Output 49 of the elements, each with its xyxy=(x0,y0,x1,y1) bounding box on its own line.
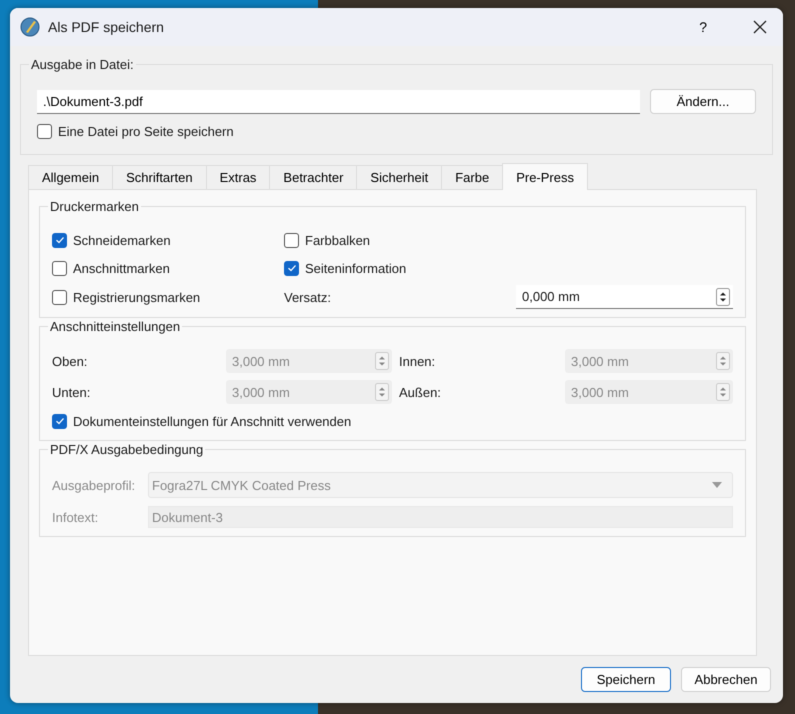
spin-arrows-icon[interactable] xyxy=(716,288,730,306)
checkbox[interactable] xyxy=(52,260,67,276)
infotext-field: Dokument-3 xyxy=(148,506,733,528)
bleed-spinbox: 3,000 mm xyxy=(226,349,392,373)
checkmark-icon xyxy=(54,235,64,245)
group-title: PDF/X Ausgabebedingung xyxy=(48,442,206,457)
checkbox[interactable] xyxy=(37,124,52,138)
tab[interactable]: Pre-Press xyxy=(502,163,588,190)
checkbox-label: Registrierungsmarken xyxy=(73,290,200,304)
checkbox-label: Anschnittmarken xyxy=(73,260,170,276)
checkbox[interactable] xyxy=(52,232,67,248)
bleed-spinbox: 3,000 mm xyxy=(565,349,733,373)
checkmark-icon xyxy=(54,416,64,426)
file-field[interactable]: .\Dokument-3.pdf xyxy=(37,90,640,114)
spin-arrows-icon xyxy=(375,352,389,370)
bleed-spinbox: 3,000 mm xyxy=(565,380,733,404)
checkbox[interactable] xyxy=(284,232,299,248)
checkbox-label: Farbbalken xyxy=(305,232,370,248)
checkbox[interactable] xyxy=(284,260,299,276)
app-icon xyxy=(20,17,40,37)
group-title: Druckermarken xyxy=(48,199,141,214)
field-label: Infotext: xyxy=(52,510,100,524)
dialog-button[interactable]: Speichern xyxy=(581,667,671,692)
window-title: Als PDF speichern xyxy=(48,19,164,35)
dialog-button[interactable]: Abbrechen xyxy=(681,667,771,692)
change-button[interactable]: Ändern... xyxy=(650,89,756,114)
checkbox-label: Seiteninformation xyxy=(305,260,406,276)
checkbox-label: Schneidemarken xyxy=(73,232,171,248)
spin-arrows-icon xyxy=(716,352,730,370)
group-title: Anschnitteinstellungen xyxy=(48,319,182,334)
field-label: Oben: xyxy=(52,354,88,368)
bleed-spinbox: 3,000 mm xyxy=(226,380,392,404)
offset-spinbox[interactable]: 0,000 mm xyxy=(516,285,733,309)
spin-arrows-icon xyxy=(716,383,730,401)
close-icon[interactable] xyxy=(753,20,767,34)
caret-icon xyxy=(712,482,722,488)
spin-arrows-icon xyxy=(375,383,389,401)
tab[interactable]: Allgemein xyxy=(28,165,114,189)
field-label: Außen: xyxy=(398,384,442,400)
field-label: Unten: xyxy=(52,384,92,400)
group-title: Ausgabe in Datei: xyxy=(29,57,136,72)
checkbox[interactable] xyxy=(52,290,67,304)
checkmark-icon xyxy=(286,263,296,273)
field-label: Ausgabeprofil: xyxy=(52,478,136,492)
field-label: Versatz: xyxy=(284,290,332,304)
help-button[interactable]: ? xyxy=(695,19,711,35)
field-label: Innen: xyxy=(398,354,436,368)
checkbox-label: Eine Datei pro Seite speichern xyxy=(58,124,234,138)
checkbox-label: Dokumenteinstellungen für Anschnitt verwenden xyxy=(73,414,352,428)
